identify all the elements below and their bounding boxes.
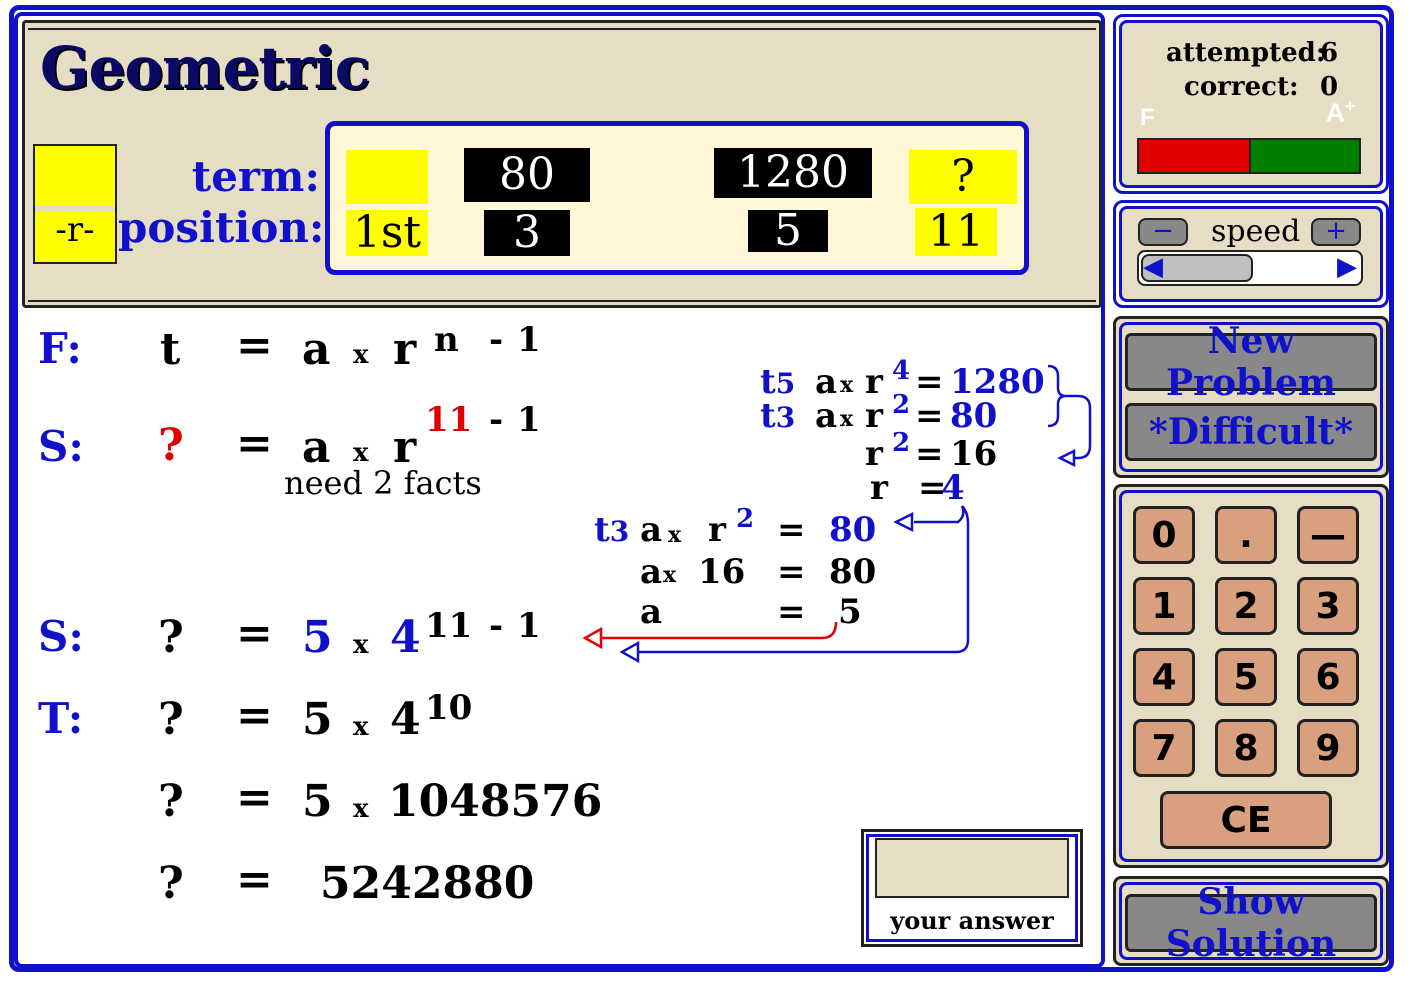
- show-solution-button[interactable]: Show Solution: [1125, 881, 1377, 965]
- grade-bar: [1137, 138, 1361, 174]
- speed-left-arrow-icon[interactable]: ◀: [1143, 252, 1163, 282]
- key-5[interactable]: 5: [1215, 648, 1277, 706]
- key-7[interactable]: 7: [1133, 719, 1195, 777]
- key-minus[interactable]: —: [1297, 506, 1359, 564]
- grade-bar-red: [1139, 140, 1251, 172]
- new-problem-button[interactable]: New Problem: [1125, 320, 1377, 404]
- correct-label: correct:: [1184, 72, 1299, 102]
- speed-minus-button[interactable]: −: [1138, 218, 1188, 246]
- answer-label: your answer: [890, 906, 1054, 935]
- attempted-value: 6: [1320, 38, 1339, 68]
- key-6[interactable]: 6: [1297, 648, 1359, 706]
- key-8[interactable]: 8: [1215, 719, 1277, 777]
- speed-right-arrow-icon[interactable]: ▶: [1337, 252, 1357, 282]
- grade-high: A+: [1326, 96, 1356, 128]
- key-4[interactable]: 4: [1133, 648, 1195, 706]
- key-dot[interactable]: .: [1215, 506, 1277, 564]
- key-2[interactable]: 2: [1215, 577, 1277, 635]
- key-clear-entry[interactable]: CE: [1160, 791, 1332, 849]
- key-3[interactable]: 3: [1297, 577, 1359, 635]
- key-0[interactable]: 0: [1133, 506, 1195, 564]
- attempted-label: attempted:: [1166, 38, 1326, 68]
- difficult-button[interactable]: *Difficult*: [1125, 403, 1377, 461]
- speed-plus-button[interactable]: +: [1311, 218, 1361, 246]
- grade-low: F: [1140, 104, 1155, 131]
- speed-slider[interactable]: ◀ ▶: [1137, 250, 1363, 286]
- key-9[interactable]: 9: [1297, 719, 1359, 777]
- key-1[interactable]: 1: [1133, 577, 1195, 635]
- answer-input[interactable]: [875, 838, 1069, 898]
- speed-label: speed: [1211, 214, 1301, 249]
